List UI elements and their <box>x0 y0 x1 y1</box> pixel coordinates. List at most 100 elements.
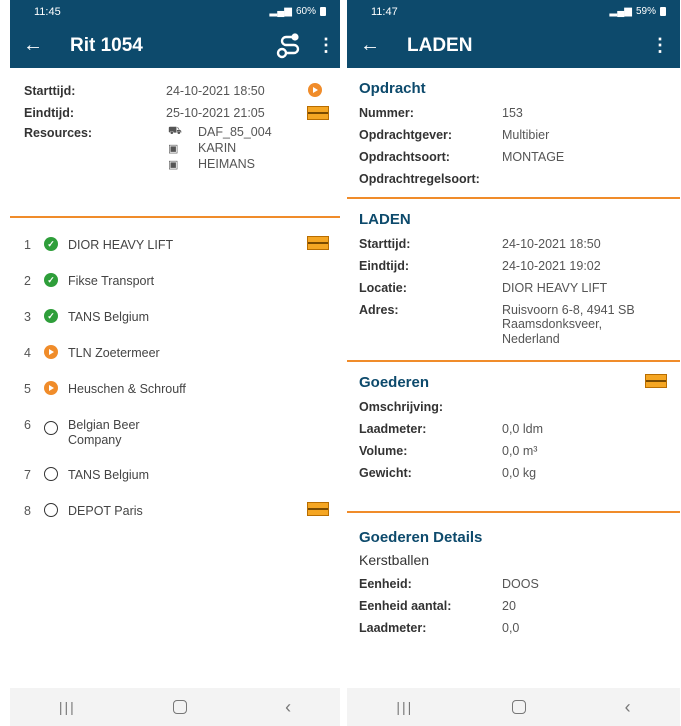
route-icon[interactable] <box>272 29 306 63</box>
field-label: Laadmeter: <box>359 422 427 437</box>
field-value: Ruisvoorn 6-8, 4941 SB Raamsdonksveer, N… <box>502 303 635 346</box>
field-label: Starttijd: <box>359 237 411 251</box>
field-value: 0,0 kg <box>502 466 537 481</box>
check-icon: ✓ <box>44 237 58 251</box>
field-value: 0,0 m³ <box>502 444 538 459</box>
field-value: DIOR HEAVY LIFT <box>502 281 608 295</box>
id-card-icon: ▣ <box>168 158 179 171</box>
system-nav-bar: ||| ‹ <box>10 688 340 726</box>
page-title: Rit 1054 <box>70 34 143 56</box>
stop-number: 8 <box>24 504 31 518</box>
stop-name: DIOR HEAVY LIFT <box>68 238 174 252</box>
field-value: 20 <box>502 599 516 614</box>
section-title: Opdracht <box>359 80 426 97</box>
system-back-button[interactable]: ‹ <box>285 697 291 718</box>
resource-value: KARIN <box>198 141 237 155</box>
stop-number: 7 <box>24 468 31 482</box>
field-label: Nummer: <box>359 106 414 120</box>
field-label: Opdrachtsoort: <box>359 150 450 164</box>
goederen-details-section: Goederen Details Kerstballen Eenheid: DOO… <box>347 513 680 646</box>
stop-number: 6 <box>24 418 31 432</box>
status-icons: ▂▄▆ 60% <box>270 6 326 17</box>
stop-item[interactable]: 3 ✓ TANS Belgium <box>10 300 340 336</box>
goederen-menu-icon[interactable] <box>645 374 667 389</box>
opdracht-section: Opdracht Nummer: 153 Opdrachtgever: Multib… <box>347 68 680 197</box>
home-button[interactable] <box>173 700 188 714</box>
field-value: 0,0 ldm <box>502 422 543 437</box>
battery-icon <box>320 7 326 16</box>
field-row: Eenheid aantal: 20 <box>359 596 668 618</box>
stop-menu-icon[interactable] <box>307 236 329 250</box>
truck-icon: ⛟ <box>168 125 182 137</box>
status-bar: 11:45 ▂▄▆ 60% <box>10 0 340 23</box>
page-title: LADEN <box>407 34 473 56</box>
more-options-icon[interactable]: ⋮ <box>312 35 340 56</box>
more-options-icon[interactable]: ⋮ <box>646 35 674 56</box>
stop-item[interactable]: 2 ✓ Fikse Transport <box>10 264 340 300</box>
home-button[interactable] <box>511 700 526 714</box>
back-arrow-icon[interactable]: ← <box>10 23 56 68</box>
stop-number: 3 <box>24 310 31 324</box>
field-row: Eenheid: DOOS <box>359 574 668 596</box>
field-value: Multibier <box>502 128 550 142</box>
stop-number: 5 <box>24 382 31 396</box>
resources-list: ⛟ DAF_85_004 ▣ KARIN ▣ HEIMANS <box>168 124 272 172</box>
field-label: Gewicht: <box>359 466 412 481</box>
field-row: Locatie: DIOR HEAVY LIFT <box>359 278 668 300</box>
end-value: 25-10-2021 21:05 <box>166 106 265 120</box>
field-value: DOOS <box>502 577 539 592</box>
stop-menu-icon[interactable] <box>307 502 329 516</box>
field-row: Opdrachtregelsoort: <box>359 169 668 191</box>
battery-icon <box>660 7 666 16</box>
field-row: Opdrachtgever: Multibier <box>359 125 668 147</box>
stops-list: 1 ✓ DIOR HEAVY LIFT 2 ✓ Fikse Transport … <box>10 218 340 530</box>
system-back-button[interactable]: ‹ <box>625 697 631 718</box>
battery-percent: 59% <box>635 6 656 17</box>
play-icon <box>44 381 58 395</box>
stop-name: TLN Zoetermeer <box>68 346 160 360</box>
field-value: 0,0 <box>502 621 520 636</box>
signal-icon: ▂▄▆ <box>609 6 632 17</box>
start-ride-icon[interactable] <box>308 83 322 97</box>
stop-number: 4 <box>24 346 31 360</box>
status-time: 11:47 <box>371 5 398 18</box>
field-row: Starttijd: 24-10-2021 18:50 <box>359 234 668 256</box>
section-title: Goederen Details <box>359 529 483 547</box>
resources-label: Resources: <box>24 126 93 140</box>
back-arrow-icon[interactable]: ← <box>347 23 393 68</box>
status-time: 11:45 <box>34 5 61 18</box>
field-value: 153 <box>502 106 523 120</box>
stop-item[interactable]: 5 Heuschen & Schrouff <box>10 372 340 408</box>
field-label: Laadmeter: <box>359 621 427 636</box>
stop-name: Fikse Transport <box>68 274 155 288</box>
status-icons: ▂▄▆ 59% <box>610 6 666 17</box>
stop-item[interactable]: 1 ✓ DIOR HEAVY LIFT <box>10 228 340 264</box>
battery-percent: 60% <box>295 6 316 17</box>
section-title: LADEN <box>359 211 411 228</box>
check-icon: ✓ <box>44 273 58 287</box>
stop-item[interactable]: 6 Belgian Beer Company <box>10 408 340 458</box>
field-label: Volume: <box>359 444 408 459</box>
rit-menu-icon[interactable] <box>307 106 329 120</box>
recent-apps-button[interactable]: ||| <box>59 699 76 715</box>
resource-item: ▣ HEIMANS <box>168 156 272 172</box>
end-label: Eindtijd: <box>24 106 74 120</box>
field-row: Opdrachtsoort: MONTAGE <box>359 147 668 169</box>
item-title: Kerstballen <box>359 552 430 569</box>
stop-name: DEPOT Paris <box>68 504 143 518</box>
start-value: 24-10-2021 18:50 <box>166 84 265 98</box>
stop-name: TANS Belgium <box>68 310 150 324</box>
field-label: Opdrachtgever: <box>359 128 453 142</box>
recent-apps-button[interactable]: ||| <box>396 699 413 715</box>
laden-screen: 11:47 ▂▄▆ 59% ← LADEN ⋮ Opdracht Nummer:… <box>347 0 680 726</box>
field-label: Locatie: <box>359 281 407 295</box>
rit-screen: 11:45 ▂▄▆ 60% ← Rit 1054 ⋮ Starttijd: 24… <box>10 0 340 726</box>
stop-item[interactable]: 8 DEPOT Paris <box>10 494 340 530</box>
resource-value: DAF_85_004 <box>198 125 272 139</box>
stop-item[interactable]: 4 TLN Zoetermeer <box>10 336 340 372</box>
stop-item[interactable]: 7 TANS Belgium <box>10 458 340 494</box>
stop-name: TANS Belgium <box>68 468 150 482</box>
start-label: Starttijd: <box>24 84 76 98</box>
field-row: Laadmeter: 0,0 ldm <box>359 419 668 441</box>
section-title: Goederen <box>359 374 430 392</box>
